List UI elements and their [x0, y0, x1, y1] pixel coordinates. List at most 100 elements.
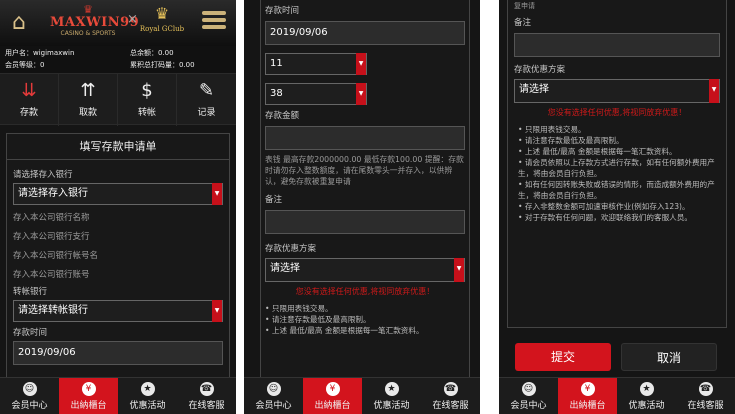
rule-text: 只限用表钱交易。 — [524, 125, 586, 134]
nav-support[interactable]: ☎ 在线客服 — [676, 378, 735, 414]
record-icon: ✎ — [198, 80, 215, 101]
record-action[interactable]: ✎ 记录 — [177, 74, 236, 126]
deposit-date-input[interactable]: 2019/09/06 — [13, 341, 223, 365]
nav-promo[interactable]: ★ 优惠活动 — [118, 378, 177, 414]
nav-cashier-label: 出納櫃台 — [314, 401, 351, 411]
rules-list: • 只限用表钱交易。 • 请注意存款最低及最高限制。 • 上述 最低/最高 金额… — [514, 124, 720, 223]
rule-text: 请注意存款最低及最高限制。 — [524, 136, 624, 145]
promo-select[interactable]: 请选择 ▼ — [265, 258, 465, 282]
bottom-nav: ☺ 会员中心 ¥ 出納櫃台 ★ 优惠活动 ☎ 在线客服 — [0, 377, 236, 414]
hour-value: 11 — [270, 58, 283, 69]
deposit-time-label: 存款时间 — [265, 6, 300, 16]
transfer-bank-select[interactable]: 请选择转帐银行 ▼ — [13, 300, 223, 322]
transfer-bank-label: 转帐银行 — [13, 287, 48, 297]
brand-name: MAXWIN99 — [50, 15, 140, 30]
bank-select[interactable]: 请选择存入银行 ▼ — [13, 183, 223, 205]
brand-logo: ♛ MAXWIN99 CASINO & SPORTS — [50, 4, 140, 42]
rule-text: 如有任何因转账失败或错误的情形，而造成额外费用的产生，将由会员自行负担。 — [518, 180, 715, 200]
user-info-bar: 用户名：wigimaxwin 总余额：0.00 会员等级：0 累积总打码量：0.… — [0, 46, 236, 73]
rule-text: 上述 最低/最高 金额是根据每一笔汇款资料。 — [524, 147, 677, 156]
nav-member[interactable]: ☺ 会员中心 — [244, 378, 303, 414]
nav-cashier[interactable]: ¥ 出納櫃台 — [558, 378, 617, 414]
bank-select-value: 请选择存入银行 — [18, 188, 88, 199]
rule-item: • 请注意存款最低及最高限制。 — [265, 315, 371, 324]
deposit-action[interactable]: ⇊ 存款 — [0, 74, 59, 126]
member-icon: ☺ — [22, 382, 37, 396]
chevron-down-icon: ▼ — [212, 183, 222, 205]
promo-icon: ★ — [140, 382, 155, 396]
nav-support[interactable]: ☎ 在线客服 — [421, 378, 480, 414]
promo-select-value: 请选择 — [519, 84, 549, 95]
cashier-actions: ⇊ 存款 ⇈ 取款 $ 转帐 ✎ 记录 — [0, 73, 236, 126]
hour-select[interactable]: 11 ▼ — [265, 53, 367, 75]
deposit-time-label: 存款时间 — [13, 328, 48, 338]
nav-promo-label: 优惠活动 — [373, 401, 410, 411]
amount-label: 存款金额 — [265, 111, 300, 121]
nav-member-label: 会员中心 — [11, 401, 48, 411]
partner-crown-icon: ♛ — [154, 4, 170, 23]
withdraw-label: 取款 — [78, 108, 97, 118]
total-balance-text: 总余额：0.00 — [130, 49, 174, 57]
deposit-icon: ⇊ — [21, 80, 37, 101]
cashier-icon: ¥ — [81, 382, 96, 396]
nav-support-label: 在线客服 — [432, 401, 469, 411]
amount-input[interactable] — [265, 126, 465, 150]
nav-member[interactable]: ☺ 会员中心 — [499, 378, 558, 414]
nav-cashier[interactable]: ¥ 出納櫃台 — [59, 378, 118, 414]
promo-warning: 您没有选择任何优惠,将视同放弃优惠！ — [547, 108, 687, 117]
nav-promo[interactable]: ★ 优惠活动 — [617, 378, 676, 414]
company-bank-name: 存入本公司银行名称 — [13, 213, 90, 223]
record-label: 记录 — [197, 108, 216, 118]
minute-value: 38 — [270, 88, 283, 99]
nav-promo[interactable]: ★ 优惠活动 — [362, 378, 421, 414]
rule-item: • 请注意存款最低及最高限制。 — [518, 136, 624, 145]
nav-cashier-label: 出納櫃台 — [569, 401, 606, 411]
home-icon[interactable]: ⌂ — [6, 10, 32, 36]
nav-promo-label: 优惠活动 — [628, 401, 665, 411]
rule-text: 对于存款有任何问题，欢迎联络我们的客服人员。 — [524, 213, 692, 222]
header-bar: ⌂ ♛ MAXWIN99 CASINO & SPORTS × ♛ Royal G… — [0, 0, 236, 46]
bank-label: 请选择存入银行 — [13, 170, 73, 180]
transfer-label: 转帐 — [137, 108, 156, 118]
promo-warning: 您没有选择任何优惠,将视同放弃优惠！ — [295, 287, 435, 296]
nav-support[interactable]: ☎ 在线客服 — [177, 378, 236, 414]
promo-icon: ★ — [639, 382, 654, 396]
partner-name: Royal GClub — [139, 25, 185, 33]
rule-text: 上述 最低/最高 金额是根据每一笔汇款资料。 — [271, 326, 424, 335]
nav-support-label: 在线客服 — [687, 401, 724, 411]
support-icon: ☎ — [698, 382, 713, 396]
remark-input[interactable] — [514, 33, 720, 57]
promo-label: 存款优惠方案 — [265, 244, 317, 254]
cancel-button[interactable]: 取消 — [621, 343, 717, 371]
promo-select[interactable]: 请选择 ▼ — [514, 79, 720, 103]
deposit-date-input[interactable]: 2019/09/06 — [265, 21, 465, 45]
chevron-down-icon: ▼ — [709, 79, 719, 103]
transfer-action[interactable]: $ 转帐 — [118, 74, 177, 126]
bottom-nav: ☺ 会员中心 ¥ 出納櫃台 ★ 优惠活动 ☎ 在线客服 — [499, 377, 735, 414]
brand-tagline: CASINO & SPORTS — [60, 30, 116, 37]
chevron-down-icon: ▼ — [212, 300, 222, 322]
company-account-no: 存入本公司银行账号 — [13, 270, 90, 280]
nav-cashier[interactable]: ¥ 出納櫃台 — [303, 378, 362, 414]
nav-member-label: 会员中心 — [255, 401, 292, 411]
promo-icon: ★ — [384, 382, 399, 396]
promo-label: 存款优惠方案 — [514, 65, 566, 75]
amount-note: 表钱 最高存款2000000.00 最低存款100.00 提醒：存款时请勿存入整… — [265, 155, 464, 186]
rule-item: • 请会员依照以上存款方式进行存款，如有任何额外费用产生，将由会员自行负担。 — [518, 158, 715, 178]
panel-deposit-middle: 存款时间 2019/09/06 11 ▼ 38 ▼ 存款金额 表钱 最高存款20… — [244, 0, 480, 414]
transfer-bank-value: 请选择转帐银行 — [18, 305, 88, 316]
remark-label: 备注 — [265, 195, 283, 205]
rule-item: • 只限用表钱交易。 — [518, 125, 586, 134]
minute-select[interactable]: 38 ▼ — [265, 83, 367, 105]
support-icon: ☎ — [199, 382, 214, 396]
submit-button[interactable]: 提交 — [515, 343, 611, 371]
screenshot-composite: ⌂ ♛ MAXWIN99 CASINO & SPORTS × ♛ Royal G… — [0, 0, 735, 414]
nav-member[interactable]: ☺ 会员中心 — [0, 378, 59, 414]
support-icon: ☎ — [443, 382, 458, 396]
nav-promo-label: 优惠活动 — [129, 401, 166, 411]
withdraw-action[interactable]: ⇈ 取款 — [59, 74, 118, 126]
remark-input[interactable] — [265, 210, 465, 234]
cashier-icon: ¥ — [580, 382, 595, 396]
panel-deposit-bottom: 复申请 备注 存款优惠方案 请选择 ▼ 您没有选择任何优惠,将视同放弃优惠！ •… — [499, 0, 735, 414]
hamburger-menu-icon[interactable] — [202, 11, 226, 33]
